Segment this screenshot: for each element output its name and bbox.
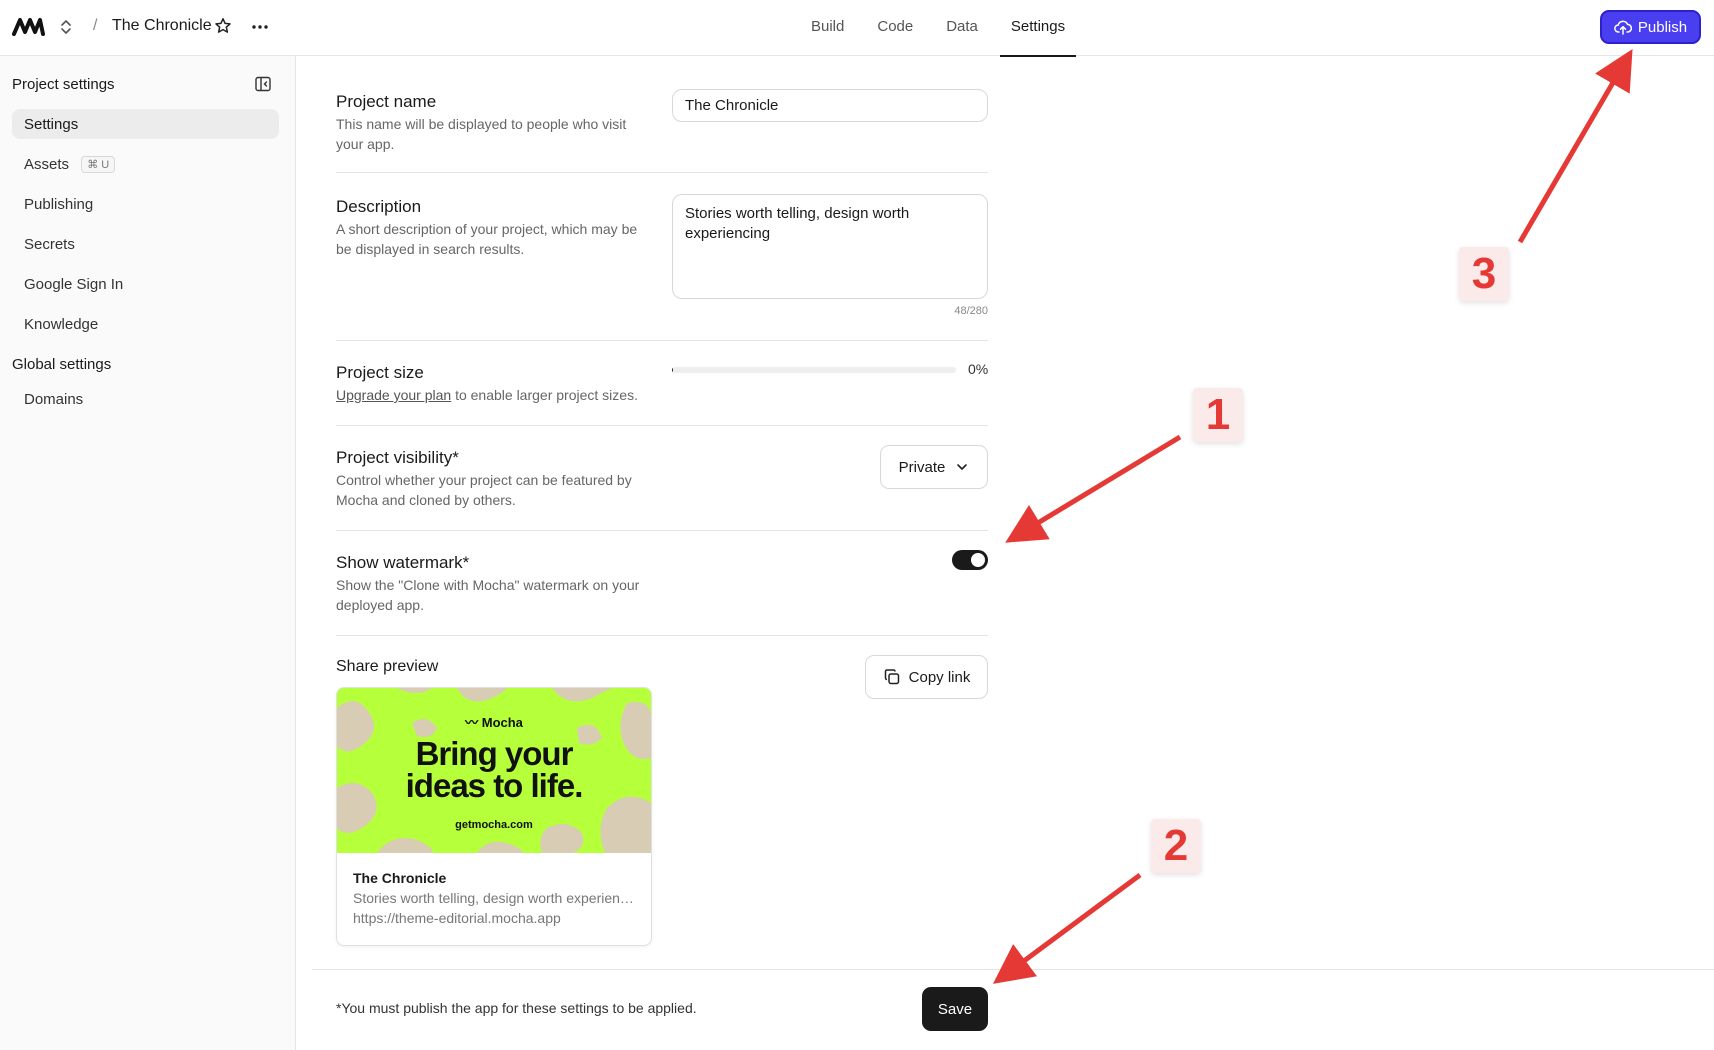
- copy-link-label: Copy link: [908, 668, 971, 686]
- divider: [336, 340, 988, 341]
- main-tabs: Build Code Data Settings: [800, 0, 1087, 57]
- sidebar-item-label: Knowledge: [24, 316, 99, 333]
- share-preview-card: 〰 Mocha Bring your ideas to life. getmoc…: [336, 687, 652, 946]
- preview-headline-line1: Bring your: [415, 735, 574, 772]
- visibility-select[interactable]: Private: [880, 445, 988, 489]
- sidebar-item-assets[interactable]: Assets ⌘ U: [12, 149, 279, 179]
- project-size-desc-rest: to enable larger project sizes.: [451, 387, 638, 403]
- sidebar-item-label: Settings: [24, 116, 79, 133]
- breadcrumb-separator: /: [93, 17, 98, 34]
- preview-image-url: getmocha.com: [455, 819, 533, 831]
- project-size-progress-fill: [672, 367, 674, 373]
- divider: [336, 635, 988, 636]
- star-icon[interactable]: [214, 17, 232, 35]
- project-size-progress: [672, 367, 956, 373]
- description-desc: A short description of your project, whi…: [336, 221, 638, 257]
- project-name-desc: This name will be displayed to people wh…: [336, 116, 627, 152]
- project-title[interactable]: The Chronicle: [112, 17, 212, 35]
- chevron-up-down-icon[interactable]: [58, 16, 74, 38]
- divider: [336, 172, 988, 173]
- preview-card-url: https://theme-editorial.mocha.app: [353, 910, 561, 926]
- annotation-badge-3: 3: [1459, 247, 1509, 301]
- preview-brand: 〰 Mocha: [465, 715, 523, 730]
- description-textarea[interactable]: Stories worth telling, design worth expe…: [672, 194, 988, 299]
- sidebar-collapse-icon[interactable]: [254, 75, 272, 93]
- cloud-upload-icon: [1613, 20, 1632, 35]
- sidebar-heading: Project settings: [12, 76, 115, 93]
- sidebar: Project settings Settings Assets ⌘ U Pub…: [0, 56, 296, 1050]
- more-horizontal-icon[interactable]: [250, 17, 270, 37]
- visibility-desc: Control whether your project can be feat…: [336, 472, 632, 508]
- divider: [336, 530, 988, 531]
- project-size-label: Project size: [336, 363, 424, 382]
- tab-build[interactable]: Build: [800, 0, 855, 56]
- footer-divider: [312, 969, 1714, 970]
- tab-settings[interactable]: Settings: [999, 0, 1077, 57]
- settings-main: Project name This name will be displayed…: [297, 56, 1714, 1050]
- publish-label: Publish: [1637, 18, 1688, 36]
- save-button[interactable]: Save: [922, 987, 988, 1031]
- sidebar-item-label: Secrets: [24, 236, 75, 253]
- sidebar-item-label: Domains: [24, 391, 84, 408]
- footer-note: *You must publish the app for these sett…: [336, 1000, 697, 1016]
- shortcut-badge: ⌘ U: [81, 156, 116, 173]
- copy-link-button[interactable]: Copy link: [865, 655, 988, 699]
- sidebar-item-domains[interactable]: Domains: [12, 384, 279, 414]
- sidebar-item-secrets[interactable]: Secrets: [12, 229, 279, 259]
- watermark-label: Show watermark*: [336, 553, 470, 572]
- top-bar: / The Chronicle Build Code Data Settings…: [0, 0, 1714, 57]
- sidebar-item-settings[interactable]: Settings: [12, 109, 279, 139]
- sidebar-item-knowledge[interactable]: Knowledge: [12, 309, 279, 339]
- copy-icon: [884, 669, 899, 685]
- preview-card-desc: Stories worth telling, design worth expe…: [353, 890, 635, 906]
- upgrade-plan-link[interactable]: Upgrade your plan: [336, 387, 451, 403]
- description-char-counter: 48/280: [954, 305, 988, 317]
- share-preview-image: 〰 Mocha Bring your ideas to life. getmoc…: [337, 688, 651, 853]
- preview-headline-line2: ideas to life.: [405, 767, 584, 804]
- sidebar-item-label: Publishing: [24, 196, 94, 213]
- sidebar-global-heading: Global settings: [12, 356, 112, 373]
- project-size-desc: Upgrade your plan to enable larger proje…: [336, 385, 656, 405]
- project-name-input[interactable]: The Chronicle: [672, 89, 988, 122]
- sidebar-item-publishing[interactable]: Publishing: [12, 189, 279, 219]
- watermark-desc: Show the "Clone with Mocha" watermark on…: [336, 577, 640, 613]
- tab-data[interactable]: Data: [935, 0, 989, 56]
- sidebar-item-google-sign-in[interactable]: Google Sign In: [12, 269, 279, 299]
- watermark-toggle[interactable]: [952, 550, 988, 570]
- preview-card-title: The Chronicle: [353, 870, 447, 886]
- publish-button[interactable]: Publish: [1600, 10, 1701, 44]
- watermark-section: Show watermark* Show the "Clone with Moc…: [336, 553, 988, 615]
- toggle-knob: [971, 553, 985, 567]
- annotation-badge-2: 2: [1151, 819, 1201, 873]
- sidebar-item-label: Google Sign In: [24, 276, 124, 293]
- project-size-percent: 0%: [968, 361, 989, 377]
- annotation-badge-1: 1: [1193, 388, 1243, 442]
- tab-code[interactable]: Code: [866, 0, 924, 56]
- preview-headline: Bring your ideas to life.: [337, 735, 651, 804]
- preview-brand-text: Mocha: [481, 715, 523, 730]
- mocha-logo-icon[interactable]: [12, 16, 46, 38]
- visibility-selected: Private: [898, 458, 946, 476]
- sidebar-item-label: Assets: [24, 156, 70, 173]
- divider: [336, 425, 988, 426]
- chevron-down-icon: [957, 464, 968, 470]
